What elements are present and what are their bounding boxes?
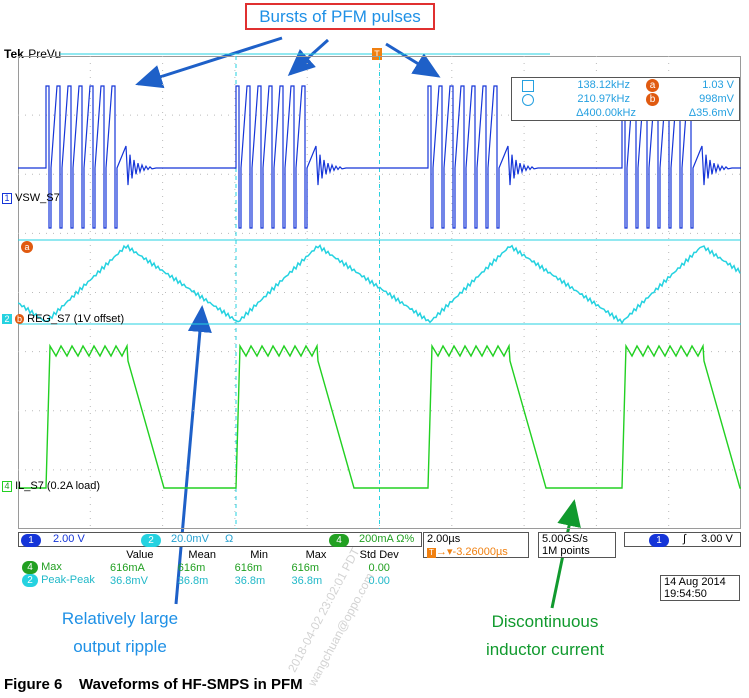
cursor-row1-left: 138.12kHz xyxy=(577,79,630,91)
cursor-square-icon xyxy=(522,80,534,92)
record-length: 1M points xyxy=(542,545,590,557)
ch1-scale-badge: 1 xyxy=(21,534,41,547)
timestamp-date: 14 Aug 2014 xyxy=(664,576,726,588)
sample-rate: 5.00GS/s xyxy=(542,533,588,545)
row-ch-badge: 2 xyxy=(22,574,38,587)
row-min: 616m xyxy=(234,561,263,574)
scope-screen xyxy=(17,56,741,529)
trigger-position: T →▾-3.26000µs xyxy=(427,545,508,558)
ch2-scale: 20.0mV xyxy=(171,533,209,545)
header-value: Value xyxy=(126,549,154,561)
ripple-callout-line1: Relatively large xyxy=(61,609,179,628)
ch4-label: 4 IL_S7 (0.2A load) xyxy=(2,480,100,492)
header-mean: Mean xyxy=(188,549,216,561)
trigger-box[interactable]: 1 ∫ 3.00 V xyxy=(624,532,741,547)
timestamp-box: 14 Aug 2014 19:54:50 xyxy=(660,575,740,601)
ch4-name: IL_S7 (0.2A load) xyxy=(15,480,101,492)
ch1-marker: 1 xyxy=(2,193,12,204)
cursor-row3-left: Δ400.00kHz xyxy=(576,107,636,119)
trigger-level: 3.00 V xyxy=(701,533,733,545)
ch1-name: VSW_S7 xyxy=(15,192,60,204)
ch4-scale: 200mA Ω% xyxy=(359,533,415,545)
inductor-callout-line1: Discontinuous xyxy=(491,612,599,631)
cursor-b-marker: b xyxy=(15,314,25,324)
ch2-label: 2 b REG_S7 (1V offset) xyxy=(2,313,124,325)
ch4-marker: 4 xyxy=(2,481,12,492)
cursor-row2-left: 210.97kHz xyxy=(577,93,630,105)
trigger-ch-badge: 1 xyxy=(649,534,669,547)
cursor-circle-icon xyxy=(522,94,534,106)
row-name: Peak-Peak xyxy=(41,574,95,586)
row-mean: 616m xyxy=(177,561,206,574)
cursor-b-badge: b xyxy=(646,93,659,106)
row-stddev: 0.00 xyxy=(368,574,390,587)
ch2-scale-suffix: Ω xyxy=(225,533,234,545)
cursor-row3-right: Δ35.6mV xyxy=(688,107,734,119)
ch4-scale-badge: 4 xyxy=(329,534,349,547)
row-name: Max xyxy=(41,561,62,573)
inductor-callout-line2: inductor current xyxy=(485,640,605,659)
ch2-marker: 2 xyxy=(2,314,12,324)
row-value: 616mA xyxy=(110,561,145,574)
trigger-pos-icon: T xyxy=(427,548,436,558)
cursor-a-badge: a xyxy=(646,79,659,92)
acquisition-box[interactable]: 5.00GS/s 1M points xyxy=(538,532,616,558)
trigger-slope-icon: ∫ xyxy=(683,533,687,545)
timebase-value: 2.00µs xyxy=(427,533,461,545)
row-ch-badge: 4 xyxy=(22,561,38,574)
header-min: Min xyxy=(250,549,268,561)
ripple-callout: Relatively large output ripple xyxy=(30,605,210,661)
cursor-row1-right: 1.03 V xyxy=(702,79,734,91)
table-row: 2 Peak-Peak 36.8mV 36.8m 36.8m 36.8m 0.0… xyxy=(18,574,414,587)
ch1-label: 1 VSW_S7 xyxy=(2,192,60,204)
cursor-a-marker: a xyxy=(21,241,33,253)
header-max: Max xyxy=(305,549,327,561)
row-min: 36.8m xyxy=(234,574,266,587)
ripple-callout-line2: output ripple xyxy=(73,637,167,656)
cursor-row2-right: 998mV xyxy=(699,93,734,105)
channel-scale-bar[interactable]: 1 2.00 V 2 20.0mV Ω 4 200mA Ω% xyxy=(18,532,422,547)
row-value: 36.8mV xyxy=(110,574,148,587)
figure-caption: Figure 6 Waveforms of HF-SMPS in PFM xyxy=(4,676,303,693)
cursor-readout: 138.12kHz 210.97kHz Δ400.00kHz a b 1.03 … xyxy=(511,77,740,121)
timestamp-time: 19:54:50 xyxy=(664,588,707,600)
inductor-callout: Discontinuous inductor current xyxy=(455,608,635,664)
timebase-box[interactable]: 2.00µs T →▾-3.26000µs xyxy=(423,532,529,558)
ch2-scale-badge: 2 xyxy=(141,534,161,547)
ch2-name: REG_S7 (1V offset) xyxy=(27,313,125,325)
ch1-scale: 2.00 V xyxy=(53,533,85,545)
row-mean: 36.8m xyxy=(177,574,209,587)
waveform-area xyxy=(17,56,741,529)
trigger-position-value: -3.26000µs xyxy=(452,546,508,558)
